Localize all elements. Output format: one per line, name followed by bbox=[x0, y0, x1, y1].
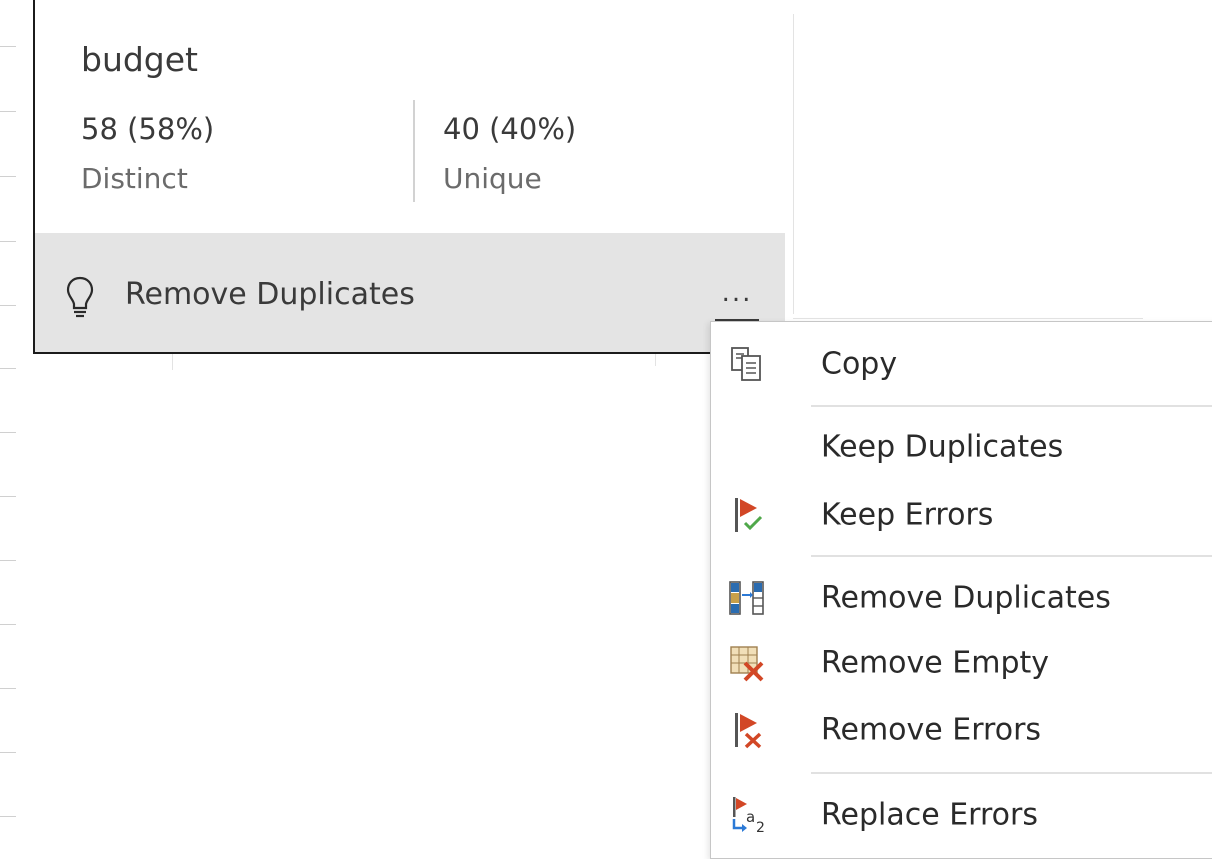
remove-duplicates-icon bbox=[729, 581, 764, 615]
more-options-button[interactable]: ... bbox=[707, 267, 767, 321]
menu-item-label: Remove Duplicates bbox=[821, 580, 1111, 616]
context-menu: Copy Keep Duplicates Keep Errors Remove … bbox=[710, 321, 1212, 859]
grid-row-tick bbox=[0, 496, 16, 497]
grid-row-tick bbox=[0, 752, 16, 753]
grid-column-line bbox=[172, 354, 173, 370]
grid-row-tick bbox=[0, 688, 16, 689]
menu-item-label: Keep Errors bbox=[821, 497, 994, 533]
remove-errors-icon bbox=[735, 713, 762, 749]
distinct-count: 58 (58%) bbox=[81, 112, 215, 146]
menu-item-remove-duplicates[interactable]: Remove Duplicates bbox=[711, 568, 1212, 628]
menu-item-label: Remove Empty bbox=[821, 645, 1050, 681]
grid-column-line bbox=[793, 14, 794, 314]
grid-row-tick bbox=[0, 241, 16, 242]
keep-errors-icon bbox=[735, 498, 763, 532]
unique-label: Unique bbox=[443, 162, 542, 195]
grid-row-tick bbox=[0, 368, 16, 369]
menu-separator bbox=[811, 555, 1212, 557]
menu-item-remove-empty[interactable]: Remove Empty bbox=[711, 633, 1212, 693]
grid-row-tick bbox=[0, 305, 16, 306]
remove-empty-icon bbox=[730, 646, 764, 682]
distinct-label: Distinct bbox=[81, 162, 188, 195]
remove-duplicates-suggestion[interactable]: Remove Duplicates bbox=[125, 277, 415, 312]
menu-item-label: Copy bbox=[821, 346, 898, 382]
menu-item-remove-errors[interactable]: Remove Errors bbox=[711, 700, 1212, 760]
svg-text:2: 2 bbox=[756, 820, 765, 835]
menu-item-label: Remove Errors bbox=[821, 712, 1042, 748]
grid-column-line bbox=[655, 354, 656, 366]
lightbulb-icon bbox=[66, 276, 94, 318]
menu-item-keep-errors[interactable]: Keep Errors bbox=[711, 485, 1212, 545]
replace-errors-icon: a 2 bbox=[732, 797, 765, 835]
grid-row-tick bbox=[0, 432, 16, 433]
menu-item-replace-errors[interactable]: a 2 Replace Errors bbox=[711, 785, 1212, 845]
unique-count: 40 (40%) bbox=[443, 112, 577, 146]
grid-row-tick bbox=[0, 560, 16, 561]
menu-item-copy[interactable]: Copy bbox=[711, 334, 1212, 394]
svg-text:a: a bbox=[746, 808, 755, 826]
grid-row-tick bbox=[0, 624, 16, 625]
stat-divider bbox=[413, 100, 415, 202]
grid-row-tick bbox=[0, 111, 16, 112]
menu-separator bbox=[811, 405, 1212, 407]
menu-item-keep-duplicates[interactable]: Keep Duplicates bbox=[711, 417, 1212, 477]
column-profile-card: budget 58 (58%) Distinct 40 (40%) Unique… bbox=[33, 0, 785, 354]
menu-separator bbox=[811, 772, 1212, 774]
grid-row-tick bbox=[0, 816, 16, 817]
grid-row-line bbox=[793, 318, 1143, 319]
grid-row-tick bbox=[0, 176, 16, 177]
grid-row-tick bbox=[0, 46, 16, 47]
suggestion-bar: Remove Duplicates ... bbox=[35, 233, 785, 352]
copy-icon bbox=[731, 347, 761, 381]
column-name: budget bbox=[81, 40, 198, 79]
menu-item-label: Keep Duplicates bbox=[821, 429, 1064, 465]
menu-item-label: Replace Errors bbox=[821, 797, 1038, 833]
